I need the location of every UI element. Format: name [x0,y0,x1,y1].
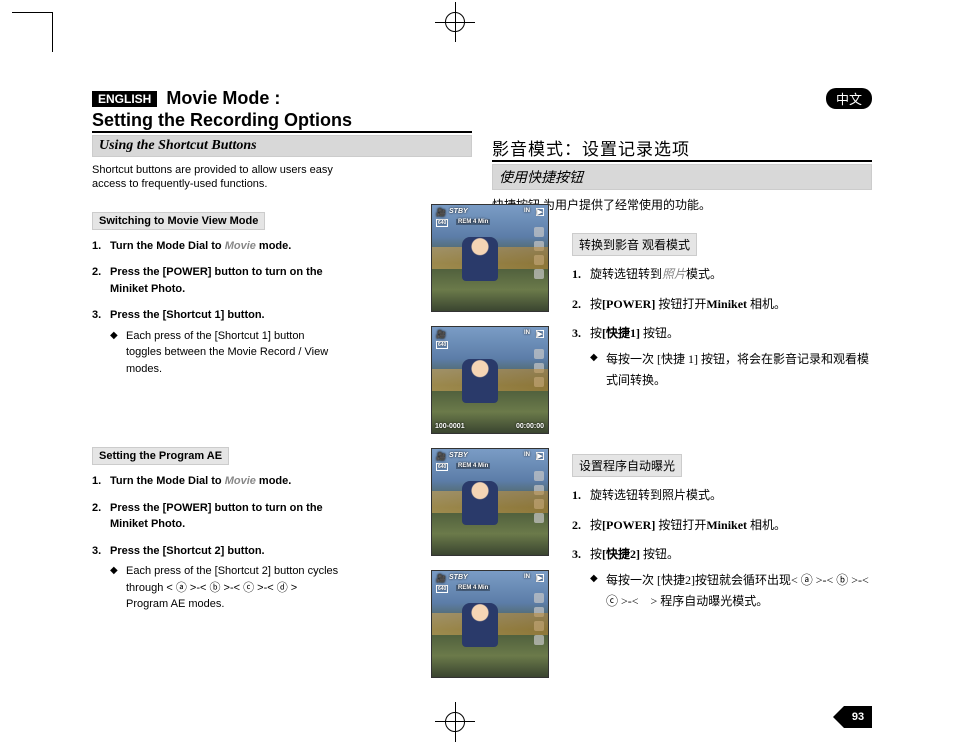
camera-icon: 🎥 [436,330,446,339]
status-stby: STBY [449,574,468,581]
chinese-tag: 中文 [826,88,872,109]
folder-number: 100-0001 [435,423,465,430]
left-column-english: ENGLISH Movie Mode : Setting the Recordi… [92,88,472,728]
step3-sub: Each press of the [Shortcut 2] button cy… [110,563,342,613]
play-icon: ▶ [536,574,544,582]
step2: Press the [POWER] button to turn on the … [92,264,342,297]
storage-in: IN [524,330,530,336]
steps-section2-cn: 旋转选钮转到照片模式。 按[POWER] 按钮打开Miniket 相机。 按[快… [572,485,872,613]
intro-text-en: Shortcut buttons are provided to allow u… [92,163,342,192]
step1: 旋转选钮转到照片模式。 [572,485,872,507]
section-heading-cn: 使用快捷按钮 [492,164,872,190]
play-icon: ▶ [536,208,544,216]
storage-in: IN [524,574,530,580]
camera-screenshots-column: 3 🎥 STBY REM 4 Min IN ▶ 640 🎥 IN ▶ 640 1… [431,204,553,692]
step3-sub: 每按一次 [快捷 1] 按钮，将会在影音记录和观看模式间转换。 [590,349,872,392]
step3: 按[快捷1] 按钮。 每按一次 [快捷 1] 按钮，将会在影音记录和观看模式间转… [572,323,872,392]
registration-mark-top [445,12,465,32]
step3: Press the [Shortcut 1] button. Each pres… [92,307,342,377]
storage-in: IN [524,208,530,214]
subhead-program-ae-cn: 设置程序自动曝光 [572,454,682,477]
step2: 按[POWER] 按钮打开Miniket 相机。 [572,294,872,316]
title-chinese: 影音模式：设置记录选项 [492,135,872,160]
resolution: 640 [436,341,448,349]
page-number: 93 [844,706,872,728]
camera-screen-2: 🎥 IN ▶ 640 100-0001 00:00:00 [431,326,549,434]
camera-screen-4: 🎥 STBY REM 4 Min IN ▶ 640 [431,570,549,678]
remaining-time: REM 4 Min [456,463,490,469]
status-stby: STBY [449,208,468,215]
step1: Turn the Mode Dial to Movie mode. [92,238,342,255]
time-counter: 00:00:00 [516,423,544,430]
title-line2: Setting the Recording Options [92,110,352,130]
camera-icon: 🎥 [436,574,446,583]
camera-screen-3: 3 🎥 STBY REM 4 Min IN ▶ 640 [431,448,549,556]
resolution: 640 [436,463,448,471]
title-english: ENGLISH Movie Mode : Setting the Recordi… [92,88,472,131]
steps-section2-en: Turn the Mode Dial to Movie mode. Press … [92,473,342,613]
step1: Turn the Mode Dial to Movie mode. [92,473,342,490]
camera-icon: 🎥 [436,208,446,217]
steps-section1-en: Turn the Mode Dial to Movie mode. Press … [92,238,342,378]
resolution: 640 [436,219,448,227]
step1: 旋转选钮转到照片模式。 [572,264,872,286]
subhead-program-ae: Setting the Program AE [92,447,229,465]
remaining-time: REM 4 Min [456,585,490,591]
step3: 按[快捷2] 按钮。 每按一次 [快捷2]按钮就会循环出现< ⓐ >-< ⓑ >… [572,544,872,613]
storage-in: IN [524,452,530,458]
subhead-switching-cn: 转换到影音 观看模式 [572,233,697,256]
step2: Press the [POWER] button to turn on the … [92,500,342,533]
step2: 按[POWER] 按钮打开Miniket 相机。 [572,515,872,537]
play-icon: ▶ [536,452,544,460]
step3-sub: 每按一次 [快捷2]按钮就会循环出现< ⓐ >-< ⓑ >-< ⓒ >-< > … [590,570,872,613]
status-stby: STBY [449,452,468,459]
steps-section1-cn: 旋转选钮转到照片模式。 按[POWER] 按钮打开Miniket 相机。 按[快… [572,264,872,392]
section-heading-en: Using the Shortcut Buttons [92,135,472,157]
english-tag: ENGLISH [92,91,157,107]
title-line1: Movie Mode : [166,88,280,108]
resolution: 640 [436,585,448,593]
step3: Press the [Shortcut 2] button. Each pres… [92,543,342,613]
play-icon: ▶ [536,330,544,338]
subhead-switching: Switching to Movie View Mode [92,212,265,230]
camera-icon: 🎥 [436,452,446,461]
camera-screen-1: 3 🎥 STBY REM 4 Min IN ▶ 640 [431,204,549,312]
remaining-time: REM 4 Min [456,219,490,225]
step3-sub: Each press of the [Shortcut 1] button to… [110,328,342,378]
